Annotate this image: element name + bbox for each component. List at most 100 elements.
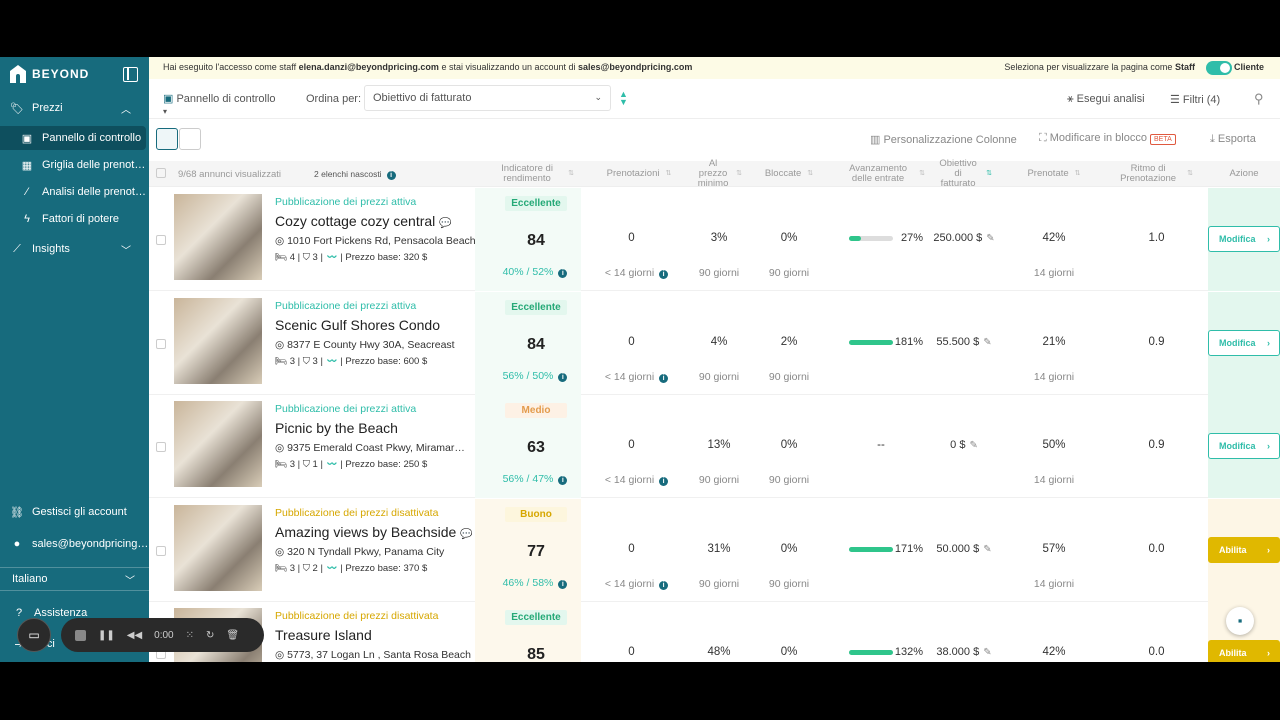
row-checkbox[interactable] <box>156 235 166 245</box>
grid-dots-icon[interactable]: ⁙ <box>186 630 194 641</box>
table-row[interactable]: Pubblicazione dei prezzi attiva Scenic Gu… <box>149 291 1280 395</box>
listing-title[interactable]: Scenic Gulf Shores Condo <box>275 317 440 333</box>
listing-title[interactable]: Cozy cottage cozy central 💬 <box>275 213 452 229</box>
staff-client-toggle[interactable] <box>1206 61 1232 75</box>
pause-icon[interactable]: ❚❚ <box>98 630 115 641</box>
impersonation-banner: Hai eseguito l'accesso come staff elena.… <box>149 57 1280 79</box>
column-header-bookings[interactable]: Prenotazioni ⇅ <box>589 161 689 187</box>
view-select[interactable]: ▣ Pannello di controllo ▾ <box>155 86 287 116</box>
sidebar-item-account[interactable]: ● sales@beyondpricing… <box>0 533 149 555</box>
enable-button[interactable]: Abilita › <box>1208 640 1280 662</box>
revenue-goal[interactable]: 0 $ ✎ <box>919 439 1009 451</box>
listing-photo[interactable] <box>174 401 262 487</box>
revenue-goal[interactable]: 55.500 $ ✎ <box>919 336 1009 348</box>
sort-active-icon: ⇅ <box>986 170 992 177</box>
edit-button[interactable]: Modifica › <box>1208 329 1280 356</box>
sidebar-item-manage-accounts[interactable]: ⛓ Gestisci gli account <box>0 501 149 523</box>
blocked-window: 90 giorni <box>768 577 810 590</box>
row-checkbox[interactable] <box>156 545 166 556</box>
listing-title[interactable]: Picnic by the Beach <box>275 420 398 436</box>
info-icon: i <box>386 171 396 180</box>
revenue-goal-value: 50.000 $ <box>936 542 980 555</box>
collapse-sidebar-icon[interactable] <box>123 67 138 82</box>
blocked-window: 90 giorni <box>768 474 810 486</box>
column-header-revenue-goal[interactable]: Obiettivo di fatturato ⇅ <box>929 159 999 189</box>
sidebar-item-power-factors[interactable]: ϟ Fattori di potere <box>0 208 149 230</box>
chevron-down-icon: ﹀ <box>125 576 135 587</box>
performance-badge: Medio <box>505 403 567 418</box>
list-view-icon[interactable] <box>179 128 201 150</box>
action-label: Abilita <box>1219 544 1247 555</box>
wave-icon: 〰 <box>325 562 338 574</box>
table-row[interactable]: Pubblicazione dei prezzi attiva Picnic by… <box>149 395 1280 498</box>
min-price-value: 13% <box>707 439 731 451</box>
rewind-icon[interactable]: ◀◀ <box>127 630 142 641</box>
customize-columns-button[interactable]: ▥ Personalizzazione Colonne <box>870 133 1017 146</box>
enable-button[interactable]: Abilita › <box>1208 536 1280 563</box>
stop-icon[interactable] <box>75 629 86 641</box>
listing-meta: 🛏 3 | ⛉ 1 | 〰 | Prezzo base: 250 $ <box>275 459 428 470</box>
sort-direction-icon[interactable]: ▲ ▼ <box>619 90 628 107</box>
booked-value: 50% <box>1042 439 1066 451</box>
sidebar-item-booking-grid[interactable]: ▦ Griglia delle prenot… <box>0 154 149 176</box>
export-button[interactable]: ⤓ Esporta <box>1210 133 1256 146</box>
trash-icon[interactable]: 🗑 <box>226 630 239 641</box>
row-checkbox[interactable] <box>156 338 166 349</box>
brand-logo[interactable]: BEYOND <box>10 65 89 83</box>
performance-score: 84 <box>527 232 545 249</box>
select-all-checkbox[interactable] <box>156 168 166 178</box>
table-view-icon[interactable] <box>156 128 178 150</box>
chat-icon[interactable]: ▪ <box>1226 607 1254 635</box>
pencil-icon: ✎ <box>969 440 978 451</box>
listing-title-text: Amazing views by Beachside <box>275 523 457 540</box>
customize-columns-label: Personalizzazione Colonne <box>883 134 1017 146</box>
bookings-window: < 14 giorni i <box>594 267 679 279</box>
revenue-goal[interactable]: 38.000 $ ✎ <box>919 646 1009 658</box>
sidebar-item-booking-analysis[interactable]: ⁄ Analisi delle prenot… <box>0 181 149 203</box>
table-row[interactable]: Pubblicazione dei prezzi disattivata Amaz… <box>149 498 1280 602</box>
min-price-window: 90 giorni <box>698 370 740 383</box>
beds-count: 3 <box>289 459 295 470</box>
sidebar-item-prezzi[interactable]: 🏷 Prezzi ︿ <box>0 97 149 119</box>
bookings-value: 0 <box>628 646 635 658</box>
info-icon: i <box>558 372 568 382</box>
column-header-revenue-progress[interactable]: Avanzamento delle entrate ⇅ <box>834 161 934 187</box>
camera-icon[interactable]: ▭ <box>17 618 51 652</box>
filters-button[interactable]: ☰ Filtri (4) <box>1170 93 1220 106</box>
blocked-value: 2% <box>780 335 798 348</box>
edit-button[interactable]: Modifica › <box>1208 433 1280 459</box>
listing-title[interactable]: Amazing views by Beachside 💬 <box>275 524 473 540</box>
column-header-min-price[interactable]: Al prezzo minimo ⇅ <box>689 159 749 189</box>
revenue-progress-bar <box>849 546 893 552</box>
run-analysis-button[interactable]: ⚹ Esegui analisi <box>1067 93 1145 106</box>
column-header-performance[interactable]: Indicatore di rendimento ⇅ <box>483 161 583 187</box>
sort-icon: ⇅ <box>1074 170 1081 177</box>
baths-count: 3 <box>312 252 318 263</box>
restart-icon[interactable]: ↻ <box>206 630 214 641</box>
row-checkbox[interactable] <box>156 442 166 452</box>
table-row[interactable]: Pubblicazione dei prezzi attiva Cozy cott… <box>149 188 1280 291</box>
search-icon[interactable]: ⚲ <box>1254 91 1264 107</box>
revenue-goal[interactable]: 50.000 $ ✎ <box>919 543 1009 555</box>
house-logo-icon <box>10 65 26 83</box>
sort-select[interactable]: Obiettivo di fatturato ⌄ <box>364 85 611 111</box>
bulk-edit-button[interactable]: ⛶ Modificare in blocco BETA <box>1039 132 1176 145</box>
hidden-listings[interactable]: 2 elenchi nascosti i <box>314 169 396 180</box>
revenue-goal[interactable]: 250.000 $ ✎ <box>919 232 1009 244</box>
booked-window: 14 giorni <box>1033 577 1075 590</box>
column-header-pace[interactable]: Ritmo di Prenotazione ⇅ <box>1104 161 1204 187</box>
column-header-booked[interactable]: Prenotate ⇅ <box>1009 161 1099 187</box>
column-header-blocked[interactable]: Bloccate ⇅ <box>754 161 824 187</box>
listing-photo[interactable] <box>174 194 262 280</box>
performance-badge: Eccellente <box>505 196 567 211</box>
sidebar-item-insights[interactable]: ⟋ Insights ﹀ <box>0 238 149 260</box>
column-label: Prenotazioni <box>606 168 660 179</box>
sidebar-item-dashboard[interactable]: ▣ Pannello di controllo <box>0 126 146 150</box>
listing-photo[interactable] <box>174 297 262 384</box>
language-select[interactable]: Italiano ﹀ <box>0 567 149 591</box>
edit-button[interactable]: Modifica › <box>1208 226 1280 252</box>
table-row[interactable]: Pubblicazione dei prezzi disattivata Trea… <box>149 602 1280 662</box>
booked-value: 57% <box>1042 542 1066 555</box>
listing-title[interactable]: Treasure Island <box>275 627 372 643</box>
listing-photo[interactable] <box>174 504 262 591</box>
